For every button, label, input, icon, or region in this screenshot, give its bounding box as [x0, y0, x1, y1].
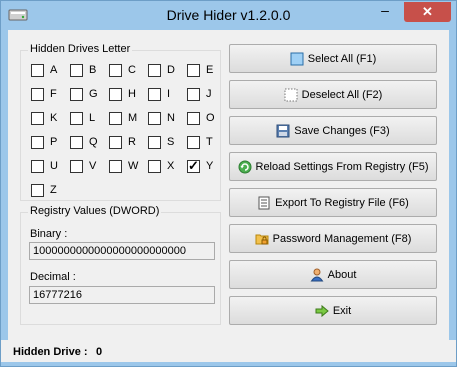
export-icon	[258, 196, 270, 209]
reload-settings-button[interactable]: Reload Settings From Registry (F5)	[229, 152, 437, 181]
drive-checkbox-n[interactable]	[148, 112, 161, 125]
close-button[interactable]: ✕	[404, 2, 451, 22]
drive-letter-label: T	[206, 136, 213, 148]
exit-arrow-icon	[315, 304, 329, 317]
binary-field[interactable]: 1000000000000000000000000	[29, 242, 215, 260]
drive-checkbox-y[interactable]	[187, 158, 200, 174]
drive-letter-label: J	[206, 88, 212, 100]
drive-checkbox-u[interactable]	[31, 160, 44, 173]
drive-letter-label: M	[128, 112, 138, 124]
binary-label: Binary :	[30, 228, 68, 240]
drive-letter-label: B	[89, 64, 97, 76]
drive-letter-label: O	[206, 112, 215, 124]
drive-checkbox-a[interactable]	[31, 64, 44, 77]
select-all-label: Select All (F1)	[307, 52, 377, 65]
about-user-icon	[310, 268, 324, 281]
drive-letter-label: X	[167, 160, 175, 172]
drive-letter-label: D	[167, 64, 175, 76]
hidden-drives-title: Hidden Drives Letter	[28, 43, 133, 55]
drive-checkbox-t[interactable]	[187, 136, 200, 149]
drive-checkbox-v[interactable]	[70, 160, 83, 173]
drive-letter-label: Y	[206, 160, 214, 172]
deselect-all-label: Deselect All (F2)	[301, 88, 383, 101]
minimize-button[interactable]: ‒	[372, 2, 398, 22]
hidden-drive-count-value: 0	[96, 346, 103, 358]
drive-letter-label: E	[206, 64, 214, 76]
export-registry-label: Export To Registry File (F6)	[275, 196, 409, 209]
drive-checkbox-j[interactable]	[187, 88, 200, 101]
drive-letter-label: L	[89, 112, 96, 124]
drive-checkbox-d[interactable]	[148, 64, 161, 77]
drive-letter-label: C	[128, 64, 136, 76]
password-folder-icon	[255, 234, 269, 244]
decimal-field[interactable]: 16777216	[29, 286, 215, 304]
drive-letter-label: I	[167, 88, 171, 100]
reload-settings-label: Reload Settings From Registry (F5)	[255, 160, 429, 173]
app-window: Drive Hider v1.2.0.0 ‒ ✕ Hidden Drives L…	[0, 0, 457, 367]
drive-letter-label: G	[89, 88, 98, 100]
export-registry-button[interactable]: Export To Registry File (F6)	[229, 188, 437, 217]
drive-letter-label: K	[50, 112, 58, 124]
drive-checkbox-q[interactable]	[70, 136, 83, 149]
deselect-all-icon	[284, 88, 298, 101]
exit-button[interactable]: Exit	[229, 296, 437, 325]
drive-letter-label: Z	[50, 184, 57, 196]
save-changes-button[interactable]: Save Changes (F3)	[229, 116, 437, 145]
registry-values-title: Registry Values (DWORD)	[28, 205, 162, 217]
drive-checkbox-l[interactable]	[70, 112, 83, 125]
password-management-button[interactable]: Password Management (F8)	[229, 224, 437, 253]
about-button[interactable]: About	[229, 260, 437, 289]
drive-checkbox-o[interactable]	[187, 112, 200, 125]
drive-checkbox-z[interactable]	[31, 184, 44, 197]
drive-letter-label: V	[89, 160, 97, 172]
drive-checkbox-m[interactable]	[109, 112, 122, 125]
save-icon	[276, 124, 290, 137]
reload-icon	[238, 160, 251, 173]
drive-checkbox-x[interactable]	[148, 160, 161, 173]
drive-checkbox-f[interactable]	[31, 88, 44, 101]
drive-checkbox-w[interactable]	[109, 160, 122, 173]
drive-letter-label: N	[167, 112, 175, 124]
save-changes-label: Save Changes (F3)	[294, 124, 390, 137]
drive-letter-label: H	[128, 88, 136, 100]
drive-checkbox-s[interactable]	[148, 136, 161, 149]
status-bar: Hidden Drive : 0	[1, 340, 456, 362]
drive-checkbox-b[interactable]	[70, 64, 83, 77]
drive-checkbox-r[interactable]	[109, 136, 122, 149]
select-all-button[interactable]: Select All (F1)	[229, 44, 437, 73]
deselect-all-button[interactable]: Deselect All (F2)	[229, 80, 437, 109]
drive-checkbox-e[interactable]	[187, 64, 200, 77]
exit-label: Exit	[332, 304, 352, 317]
drive-checkbox-g[interactable]	[70, 88, 83, 101]
decimal-label: Decimal :	[30, 271, 76, 283]
drive-checkbox-p[interactable]	[31, 136, 44, 149]
client-area: Hidden Drives Letter A B C D E F G H I J K L M N O P Q R S…	[8, 30, 449, 360]
drive-letter-label: A	[50, 64, 58, 76]
hidden-drive-count-label: Hidden Drive :	[13, 346, 88, 358]
drive-checkbox-k[interactable]	[31, 112, 44, 125]
drive-letter-label: R	[128, 136, 136, 148]
drive-letter-label: U	[50, 160, 58, 172]
drive-checkbox-c[interactable]	[109, 64, 122, 77]
drive-letter-label: W	[128, 160, 139, 172]
drive-letter-label: P	[50, 136, 58, 148]
title-bar[interactable]: Drive Hider v1.2.0.0 ‒ ✕	[1, 1, 456, 29]
select-all-icon	[290, 52, 304, 65]
drive-checkbox-i[interactable]	[148, 88, 161, 101]
drive-checkbox-h[interactable]	[109, 88, 122, 101]
drive-letter-label: S	[167, 136, 175, 148]
password-management-label: Password Management (F8)	[272, 232, 412, 245]
drive-letter-label: Q	[89, 136, 98, 148]
drive-letter-label: F	[50, 88, 57, 100]
about-label: About	[327, 268, 357, 281]
